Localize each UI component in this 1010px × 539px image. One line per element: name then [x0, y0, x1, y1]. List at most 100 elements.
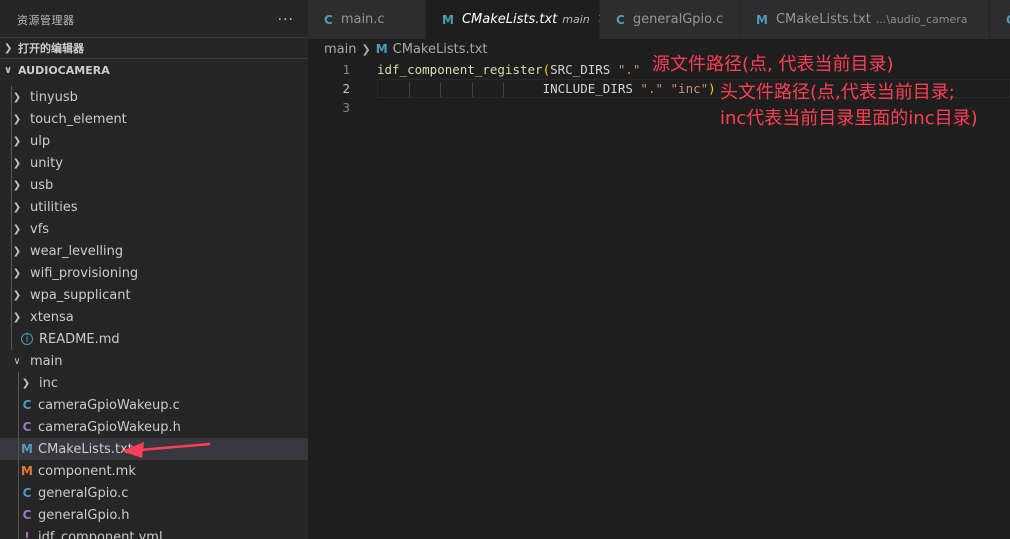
cmake-file-icon: M [375, 42, 388, 56]
code-text: INCLUDE_DIRS "." "inc") [377, 81, 716, 96]
tree-item-label: wpa_supplicant [30, 287, 131, 303]
string-literal: "." [617, 62, 641, 77]
tree-item-label: README.md [39, 331, 120, 347]
tab-description: ...\audio_camera [875, 13, 968, 26]
c-file-icon: C [1006, 13, 1010, 27]
tree-indent-guide [11, 284, 12, 306]
chevron-right-icon: ❯ [12, 289, 22, 301]
tree-item-label: ulp [30, 133, 51, 149]
tree-indent-guide [11, 218, 12, 240]
tree-indent-guide [18, 482, 19, 504]
tree-indent-guide [18, 460, 19, 482]
c-file-icon: C [324, 12, 333, 27]
tree-item-wear-levelling[interactable]: ❯ wear_levelling [0, 240, 308, 262]
cmake-file-icon: M [442, 12, 454, 27]
chevron-right-icon: ❯ [12, 113, 22, 125]
workspace-section[interactable]: ∨ AUDIOCAMERA [0, 59, 308, 81]
chevron-right-icon: ❯ [12, 135, 22, 147]
arrow-shaft [139, 442, 211, 452]
tree-item-label: cameraGpioWakeup.c [38, 397, 180, 413]
annotation-inc-folder: inc代表当前目录里面的inc目录) [720, 108, 978, 129]
tree-item-generalgpio-h[interactable]: CgeneralGpio.h [0, 504, 308, 526]
tree-item-xtensa[interactable]: ❯ xtensa [0, 306, 308, 328]
tree-item-main[interactable]: ∨ main [0, 350, 308, 372]
annotation-arrow-icon [122, 442, 211, 458]
explorer-title: 资源管理器 [17, 13, 75, 27]
tree-item-label: component.mk [38, 463, 136, 479]
tree-indent-guide [11, 108, 12, 130]
tree-indent-guide [11, 130, 12, 152]
tree-item-wifi-provisioning[interactable]: ❯ wifi_provisioning [0, 262, 308, 284]
tree-item-wpa-supplicant[interactable]: ❯ wpa_supplicant [0, 284, 308, 306]
tree-indent-guide [18, 438, 19, 460]
tree-item-ulp[interactable]: ❯ ulp [0, 130, 308, 152]
tree-item-label: xtensa [30, 309, 74, 325]
info-icon: i [21, 333, 33, 345]
makefile-icon: M [21, 464, 33, 478]
tree-indent-guide [18, 526, 19, 539]
tree-item-cameragpiowakeup-c[interactable]: CcameraGpioWakeup.c [0, 394, 308, 416]
chevron-right-icon: ❯ [12, 311, 22, 323]
breadcrumb-folder[interactable]: main [324, 42, 356, 57]
chevron-right-icon: ❯ [12, 179, 22, 191]
chevron-right-icon: ❯ [12, 245, 22, 257]
chevron-right-icon: ❯ [12, 201, 22, 213]
more-actions-icon[interactable]: ··· [278, 12, 294, 28]
tree-item-tinyusb[interactable]: ❯ tinyusb [0, 86, 308, 108]
open-paren: ( [542, 62, 551, 77]
cmake-file-icon: M [21, 442, 33, 456]
tree-item-generalgpio-c[interactable]: CgeneralGpio.c [0, 482, 308, 504]
tree-item-readme-md[interactable]: i README.md [0, 328, 308, 350]
tab-generalgpio-c[interactable]: CgeneralGpio.c [600, 0, 740, 39]
tree-item-unity[interactable]: ❯ unity [0, 152, 308, 174]
function-name: idf_component_register [377, 62, 543, 77]
h-file-icon: C [22, 508, 32, 522]
tab-t[interactable]: Ct [990, 0, 1010, 39]
tree-item-touch-element[interactable]: ❯ touch_element [0, 108, 308, 130]
tab-main-c[interactable]: Cmain.c [308, 0, 426, 39]
tree-item-component-mk[interactable]: Mcomponent.mk [0, 460, 308, 482]
tree-item-label: tinyusb [30, 89, 78, 105]
open-editors-label: 打开的编辑器 [18, 42, 84, 55]
c-file-icon: C [22, 398, 32, 412]
file-tree: ❯ tinyusb ❯ touch_element ❯ ulp ❯ unity ❯ usb ❯ uti… [0, 86, 308, 539]
tree-item-utilities[interactable]: ❯ utilities [0, 196, 308, 218]
tree-item-idf-component-yml[interactable]: ! idf_component.yml [0, 526, 308, 539]
editor-tabs: Cmain.cMCMakeLists.txtmain✕CgeneralGpio.… [308, 0, 1010, 39]
tree-item-label: touch_element [30, 111, 127, 127]
tree-indent-guide [11, 86, 12, 108]
breadcrumb: main ❯ M CMakeLists.txt [324, 39, 488, 59]
tree-indent-guide [11, 174, 12, 196]
tree-indent-guide [18, 372, 19, 394]
tree-indent-guide [11, 152, 12, 174]
tree-item-label: wifi_provisioning [30, 265, 139, 281]
chevron-right-icon: ❯ [12, 267, 22, 279]
annotation-include-dirs: 头文件路径(点,代表当前目录; [720, 82, 955, 103]
tree-item-label: idf_component.yml [38, 529, 163, 539]
tree-item-usb[interactable]: ❯ usb [0, 174, 308, 196]
line-number: 1 [342, 62, 350, 77]
chevron-right-icon: ❯ [12, 91, 22, 103]
tree-item-label: inc [39, 375, 58, 391]
tab-cmakelists-txt[interactable]: M CMakeLists.txt ...\audio_camera [740, 0, 990, 39]
tab-cmakelists-txt[interactable]: MCMakeLists.txtmain✕ [426, 0, 609, 39]
close-paren: ) [708, 81, 716, 96]
annotation-src-dirs: 源文件路径(点, 代表当前目录) [652, 54, 894, 75]
breadcrumb-file[interactable]: CMakeLists.txt [393, 42, 488, 57]
tab-label: CMakeLists.txt [461, 12, 558, 27]
chevron-down-icon: ∨ [4, 64, 13, 76]
tree-item-vfs[interactable]: ❯ vfs [0, 218, 308, 240]
arrow-head [122, 442, 144, 458]
tree-item-cameragpiowakeup-h[interactable]: CcameraGpioWakeup.h [0, 416, 308, 438]
chevron-right-icon: ❯ [4, 42, 13, 54]
string-literal: "." "inc" [640, 81, 709, 96]
tree-indent-guide [11, 196, 12, 218]
line-number: 3 [342, 100, 350, 115]
tree-item-label: usb [30, 177, 54, 193]
tab-label: generalGpio.c [632, 12, 724, 27]
code-editor[interactable]: 1 idf_component_register(SRC_DIRS "." 2 … [308, 59, 1010, 539]
chevron-right-icon: ❯ [21, 377, 31, 389]
open-editors-section[interactable]: ❯ 打开的编辑器 [0, 37, 308, 59]
code-text: idf_component_register(SRC_DIRS "." [377, 62, 640, 77]
tree-item-inc[interactable]: ❯ inc [0, 372, 308, 394]
